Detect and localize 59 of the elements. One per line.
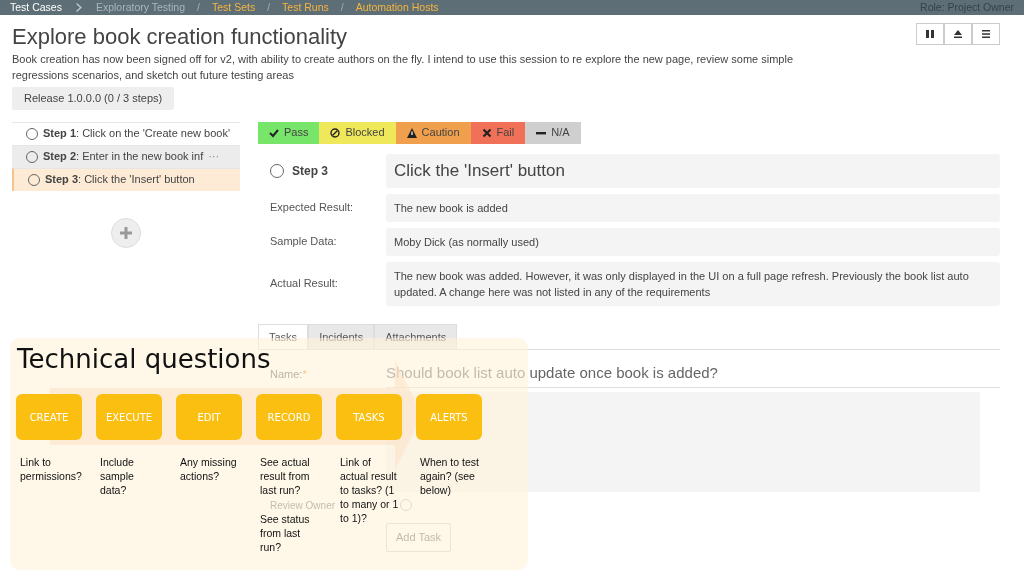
tab[interactable]: Tasks	[258, 323, 309, 349]
step-label: Step 3	[292, 162, 328, 180]
step-text: Step 2: Enter in the new book inf	[43, 149, 204, 165]
separator: /	[340, 0, 344, 15]
field-value: The new book was added. However, it was only displayed in the UI on a full page refresh. Previously the book list auto updated. A change here was not listed in any of the requirements	[386, 261, 1000, 306]
breadcrumb-link[interactable]: Automation Hosts	[355, 0, 439, 15]
menu-icon[interactable]	[972, 23, 1000, 45]
step-description: Click the 'Insert' button	[386, 153, 1000, 188]
breadcrumb-link[interactable]: Test Sets	[211, 0, 256, 15]
review-owner-label: Review Owner	[270, 499, 336, 511]
fail-button[interactable]: Fail	[470, 121, 526, 144]
step-tile: RECORD	[256, 394, 322, 440]
pause-icon[interactable]	[916, 23, 944, 45]
caution-button[interactable]: Caution	[395, 121, 471, 144]
separator: /	[267, 0, 271, 15]
question-note: Link to permissions?	[20, 455, 80, 483]
question-note: When to test again? (see below)	[420, 455, 480, 497]
tab[interactable]: Incidents	[308, 323, 375, 349]
field-value: Moby Dick (as normally used)	[386, 227, 1000, 256]
question-note: Include sample data?	[100, 455, 135, 497]
add-step-button[interactable]	[111, 217, 141, 248]
field-label: Expected Result:	[270, 201, 354, 214]
na-button[interactable]: N/A	[525, 121, 581, 144]
step-item[interactable]: Step 1: Click on the 'Create new book'	[12, 121, 240, 145]
field-value: The new book is added	[386, 193, 1000, 222]
check-icon	[269, 127, 279, 138]
more-icon[interactable]: ···	[208, 148, 220, 165]
required-mark: *	[302, 367, 307, 380]
release-button[interactable]: Release 1.0.0.0 (0 / 3 steps)	[12, 87, 175, 110]
chevron-icon	[75, 3, 82, 12]
question-note: Any missing actions?	[180, 455, 238, 483]
breadcrumb-link[interactable]: Test Cases	[10, 0, 62, 15]
pass-button[interactable]: Pass	[258, 121, 320, 144]
page-title: Explore book creation functionality	[12, 23, 349, 51]
separator: /	[197, 0, 200, 15]
eject-icon[interactable]	[944, 23, 972, 45]
step-item[interactable]: Step 2: Enter in the new book inf ···	[12, 144, 240, 168]
step-tile: CREATE	[16, 394, 82, 440]
warning-icon	[406, 127, 417, 138]
step-tile: EXECUTE	[96, 394, 162, 440]
plus-icon	[120, 226, 132, 239]
question-note: See status from last run?	[260, 512, 311, 554]
step-text: Step 3: Click the 'Insert' button	[45, 172, 195, 188]
question-note: See actual result from last run?	[260, 455, 311, 497]
blocked-icon	[330, 127, 341, 138]
step-tile: EDIT	[176, 394, 242, 440]
step-text: Step 1: Click on the 'Create new book'	[43, 126, 230, 142]
description: Book creation has now been signed off for v2, with ability to create authors on the fly. I intend to use this session to re explore the new page, review some simple regressions scenarios, and sketch out future testing areas	[12, 52, 795, 83]
tab[interactable]: Attachments	[374, 323, 458, 349]
name-label: Name:	[270, 367, 303, 380]
step-tile: ALERTS	[416, 394, 482, 440]
blocked-button[interactable]: Blocked	[319, 121, 396, 144]
close-icon	[481, 127, 492, 138]
field-label: Actual Result:	[270, 277, 338, 290]
field-label: Sample Data:	[270, 235, 337, 248]
step-item[interactable]: Step 3: Click the 'Insert' button	[12, 167, 240, 191]
breadcrumb-link[interactable]: Test Runs	[282, 0, 329, 15]
step-tile: TASKS	[336, 394, 402, 440]
question-note: Link of actual result to tasks? (1 to many or 1 to 1)?	[340, 455, 400, 525]
